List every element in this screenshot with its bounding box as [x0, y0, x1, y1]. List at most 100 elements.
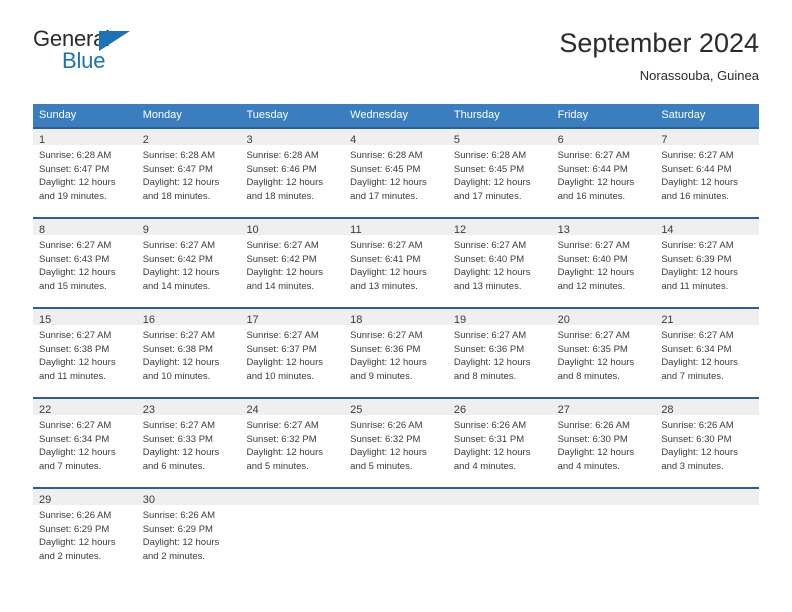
day-cell[interactable]: 4 Sunrise: 6:28 AM Sunset: 6:45 PM Dayli… [344, 127, 448, 210]
day-details: Sunrise: 6:27 AM Sunset: 6:36 PM Dayligh… [448, 325, 552, 383]
day-cell[interactable]: 13 Sunrise: 6:27 AM Sunset: 6:40 PM Dayl… [551, 217, 656, 300]
daylight-line-2: and 10 minutes. [246, 370, 315, 382]
day-details: Sunrise: 6:28 AM Sunset: 6:45 PM Dayligh… [448, 145, 552, 203]
day-number-band: 26 [447, 399, 552, 416]
day-number: 7 [661, 134, 668, 146]
day-cell[interactable]: 14 Sunrise: 6:27 AM Sunset: 6:39 PM Dayl… [655, 217, 760, 300]
daylight-line-2: and 9 minutes. [350, 370, 413, 382]
sunrise-line: Sunrise: 6:26 AM [661, 420, 734, 431]
day-number: 11 [350, 224, 362, 236]
sunset-line: Sunset: 6:30 PM [557, 433, 628, 445]
day-cell[interactable]: 20 Sunrise: 6:27 AM Sunset: 6:35 PM Dayl… [551, 307, 656, 390]
daylight-line-1: Daylight: 12 hours [39, 267, 116, 279]
day-cell[interactable]: 21 Sunrise: 6:27 AM Sunset: 6:34 PM Dayl… [655, 307, 760, 390]
daylight-line-2: and 19 minutes. [39, 190, 107, 202]
day-number: 14 [661, 224, 674, 236]
day-number-band [551, 489, 656, 505]
day-details: Sunrise: 6:27 AM Sunset: 6:44 PM Dayligh… [655, 145, 759, 203]
day-number-band: 29 [33, 489, 137, 506]
daylight-line-2: and 7 minutes. [661, 370, 724, 382]
day-cell[interactable]: 29 Sunrise: 6:26 AM Sunset: 6:29 PM Dayl… [33, 487, 137, 570]
day-cell[interactable]: 22 Sunrise: 6:27 AM Sunset: 6:34 PM Dayl… [33, 397, 137, 480]
day-cell[interactable]: 6 Sunrise: 6:27 AM Sunset: 6:44 PM Dayli… [551, 127, 656, 210]
day-cell[interactable]: 1 Sunrise: 6:28 AM Sunset: 6:47 PM Dayli… [33, 127, 137, 210]
daylight-line-1: Daylight: 12 hours [350, 267, 427, 279]
daylight-line-2: and 8 minutes. [557, 370, 620, 382]
week-row: 15 Sunrise: 6:27 AM Sunset: 6:38 PM Dayl… [33, 307, 760, 390]
day-cell-empty [240, 487, 345, 570]
daylight-line-1: Daylight: 12 hours [661, 447, 738, 459]
day-cell[interactable]: 23 Sunrise: 6:27 AM Sunset: 6:33 PM Dayl… [136, 397, 241, 480]
daylight-line-2: and 3 minutes. [661, 460, 724, 472]
sunset-line: Sunset: 6:44 PM [661, 163, 732, 175]
sunset-line: Sunset: 6:31 PM [453, 433, 525, 445]
day-cell[interactable]: 26 Sunrise: 6:26 AM Sunset: 6:31 PM Dayl… [447, 397, 552, 480]
day-cell[interactable]: 10 Sunrise: 6:27 AM Sunset: 6:42 PM Dayl… [240, 217, 345, 300]
sunset-line: Sunset: 6:40 PM [453, 253, 525, 265]
day-number-band: 15 [33, 309, 137, 326]
daylight-line-2: and 18 minutes. [246, 190, 315, 202]
day-cell[interactable]: 3 Sunrise: 6:28 AM Sunset: 6:46 PM Dayli… [240, 127, 345, 210]
day-cell[interactable]: 27 Sunrise: 6:26 AM Sunset: 6:30 PM Dayl… [551, 397, 656, 480]
day-details: Sunrise: 6:26 AM Sunset: 6:29 PM Dayligh… [33, 505, 137, 563]
daylight-line-1: Daylight: 12 hours [39, 177, 116, 189]
day-number-band: 10 [240, 219, 345, 236]
day-cell[interactable]: 12 Sunrise: 6:27 AM Sunset: 6:40 PM Dayl… [447, 217, 552, 300]
sunset-line: Sunset: 6:29 PM [39, 523, 110, 535]
day-cell[interactable]: 15 Sunrise: 6:27 AM Sunset: 6:38 PM Dayl… [33, 307, 137, 390]
daylight-line-1: Daylight: 12 hours [246, 447, 324, 459]
day-details: Sunrise: 6:26 AM Sunset: 6:29 PM Dayligh… [137, 505, 241, 563]
day-cell[interactable]: 9 Sunrise: 6:27 AM Sunset: 6:42 PM Dayli… [136, 217, 241, 300]
daylight-line-2: and 8 minutes. [453, 370, 517, 382]
day-cell[interactable]: 16 Sunrise: 6:27 AM Sunset: 6:38 PM Dayl… [136, 307, 241, 390]
daylight-line-1: Daylight: 12 hours [39, 447, 116, 459]
sunrise-line: Sunrise: 6:27 AM [453, 240, 527, 251]
sunrise-line: Sunrise: 6:27 AM [557, 150, 630, 161]
general-blue-logo[interactable]: General Blue [33, 26, 153, 78]
day-details: Sunrise: 6:27 AM Sunset: 6:43 PM Dayligh… [33, 235, 137, 293]
daylight-line-2: and 11 minutes. [39, 370, 106, 382]
day-number: 6 [557, 134, 564, 146]
day-cell[interactable]: 25 Sunrise: 6:26 AM Sunset: 6:32 PM Dayl… [344, 397, 448, 480]
daylight-line-2: and 5 minutes. [350, 460, 413, 472]
page-title: September 2024 [559, 28, 759, 58]
day-cell[interactable]: 8 Sunrise: 6:27 AM Sunset: 6:43 PM Dayli… [33, 217, 137, 300]
day-details: Sunrise: 6:27 AM Sunset: 6:38 PM Dayligh… [33, 325, 137, 383]
sunset-line: Sunset: 6:36 PM [453, 343, 525, 355]
sunset-line: Sunset: 6:33 PM [142, 433, 213, 445]
daylight-line-1: Daylight: 12 hours [557, 447, 635, 459]
day-cell[interactable]: 30 Sunrise: 6:26 AM Sunset: 6:29 PM Dayl… [136, 487, 241, 570]
day-number-band: 18 [344, 309, 448, 326]
day-details: Sunrise: 6:27 AM Sunset: 6:37 PM Dayligh… [240, 325, 344, 383]
day-number-band: 9 [136, 219, 241, 236]
daylight-line-2: and 16 minutes. [661, 190, 729, 202]
day-cell[interactable]: 17 Sunrise: 6:27 AM Sunset: 6:37 PM Dayl… [240, 307, 345, 390]
sunset-line: Sunset: 6:32 PM [246, 433, 317, 445]
daylight-line-2: and 6 minutes. [142, 460, 206, 472]
day-cell[interactable]: 28 Sunrise: 6:26 AM Sunset: 6:30 PM Dayl… [655, 397, 760, 480]
day-cell[interactable]: 2 Sunrise: 6:28 AM Sunset: 6:47 PM Dayli… [136, 127, 241, 210]
day-cell[interactable]: 7 Sunrise: 6:27 AM Sunset: 6:44 PM Dayli… [655, 127, 760, 210]
day-number: 4 [350, 134, 357, 146]
sunrise-line: Sunrise: 6:27 AM [142, 240, 216, 251]
daylight-line-2: and 11 minutes. [661, 280, 729, 292]
day-cell[interactable]: 24 Sunrise: 6:27 AM Sunset: 6:32 PM Dayl… [240, 397, 345, 480]
day-number-band: 19 [447, 309, 552, 326]
day-of-week-saturday: Saturday [661, 109, 706, 121]
day-details: Sunrise: 6:27 AM Sunset: 6:44 PM Dayligh… [552, 145, 656, 203]
day-cell[interactable]: 19 Sunrise: 6:27 AM Sunset: 6:36 PM Dayl… [447, 307, 552, 390]
page-header: General Blue September 2024 Norassouba, … [0, 0, 792, 83]
daylight-line-1: Daylight: 12 hours [661, 267, 738, 279]
day-cell[interactable]: 11 Sunrise: 6:27 AM Sunset: 6:41 PM Dayl… [344, 217, 448, 300]
day-number: 3 [246, 134, 253, 146]
day-number: 16 [142, 314, 155, 326]
daylight-line-1: Daylight: 12 hours [350, 447, 427, 459]
daylight-line-2: and 7 minutes. [39, 460, 102, 472]
day-number: 30 [142, 494, 155, 506]
day-cell[interactable]: 18 Sunrise: 6:27 AM Sunset: 6:36 PM Dayl… [344, 307, 448, 390]
sunrise-line: Sunrise: 6:27 AM [557, 330, 630, 341]
day-details: Sunrise: 6:27 AM Sunset: 6:39 PM Dayligh… [655, 235, 759, 293]
day-cell[interactable]: 5 Sunrise: 6:28 AM Sunset: 6:45 PM Dayli… [447, 127, 552, 210]
daylight-line-1: Daylight: 12 hours [453, 267, 531, 279]
daylight-line-2: and 14 minutes. [246, 280, 315, 292]
